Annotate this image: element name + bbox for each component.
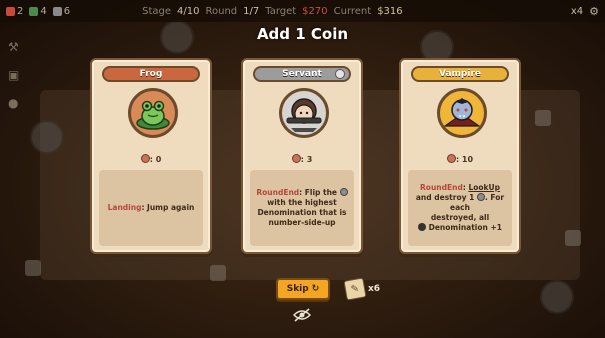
current-label: Current xyxy=(333,5,372,17)
target-value: $270 xyxy=(302,5,328,17)
coin-icon xyxy=(291,154,301,163)
modal-title: Add 1 Coin xyxy=(256,25,349,43)
skip-button[interactable]: Skip ↻ xyxy=(276,278,330,300)
description-text: : Jump again xyxy=(141,203,195,212)
current-value: $316 xyxy=(377,5,403,17)
coin-icon xyxy=(339,188,348,196)
top-hud: 2 4 6 Stage 4/10 Round 1/7 Target $270 C… xyxy=(0,0,605,22)
keyword: RoundEnd xyxy=(420,183,463,192)
keyword: RoundEnd xyxy=(256,188,300,197)
refresh-icon: ↻ xyxy=(311,284,320,294)
card-name: Servant xyxy=(253,66,351,82)
resource-gray: 6 xyxy=(52,6,70,17)
ticket-icon: ✎ xyxy=(343,277,367,301)
reroll-tickets[interactable]: ✎ x6 xyxy=(343,277,381,301)
stage-value: 4/10 xyxy=(177,5,200,17)
vampire-mini-icon xyxy=(418,223,426,231)
frog-portrait xyxy=(128,88,178,138)
frog-icon xyxy=(136,100,170,130)
coin-count: : 0 xyxy=(92,154,210,164)
coin-count: : 10 xyxy=(401,154,519,164)
round-label: Round xyxy=(205,5,238,17)
coin-icon xyxy=(476,193,485,201)
lookup-link[interactable]: LookUp xyxy=(468,183,500,192)
card-vampire[interactable]: Vampire : 10 RoundEnd: LookUp and destro… xyxy=(399,58,521,254)
coin-icon xyxy=(446,154,456,163)
servant-icon xyxy=(286,98,322,132)
reroll-count: x6 xyxy=(368,284,381,294)
card-description: RoundEnd: LookUp and destroy 1 . For eac… xyxy=(408,170,512,246)
box-icon[interactable]: ▣ xyxy=(8,68,22,82)
stage-label: Stage xyxy=(142,5,172,17)
card-servant[interactable]: Servant : 3 RoundEnd: Flip the with the … xyxy=(241,58,363,254)
silver-coin-icon xyxy=(335,69,345,79)
coin-icon xyxy=(140,154,150,163)
card-name: Frog xyxy=(102,66,200,82)
card-description: Landing: Jump again xyxy=(99,170,203,246)
gear-icon[interactable]: ⚙ xyxy=(589,5,599,18)
speed-indicator[interactable]: x4 xyxy=(571,6,583,17)
vampire-portrait xyxy=(437,88,487,138)
resource-green: 4 xyxy=(29,6,47,17)
card-frog[interactable]: Frog : 0 Landing: Jump again xyxy=(90,58,212,254)
coin-icon[interactable]: ● xyxy=(8,96,22,110)
description-text: with the highest Denomination that is nu… xyxy=(257,198,347,227)
eye-slash-icon[interactable] xyxy=(292,307,312,322)
resource-red: 2 xyxy=(6,6,23,17)
target-label: Target xyxy=(265,5,297,17)
servant-portrait xyxy=(279,88,329,138)
round-value: 1/7 xyxy=(243,5,260,17)
keyword: Landing xyxy=(107,203,142,212)
card-name: Vampire xyxy=(411,66,509,82)
coin-count: : 3 xyxy=(243,154,361,164)
vampire-icon xyxy=(443,98,481,127)
card-description: RoundEnd: Flip the with the highest Deno… xyxy=(250,170,354,246)
